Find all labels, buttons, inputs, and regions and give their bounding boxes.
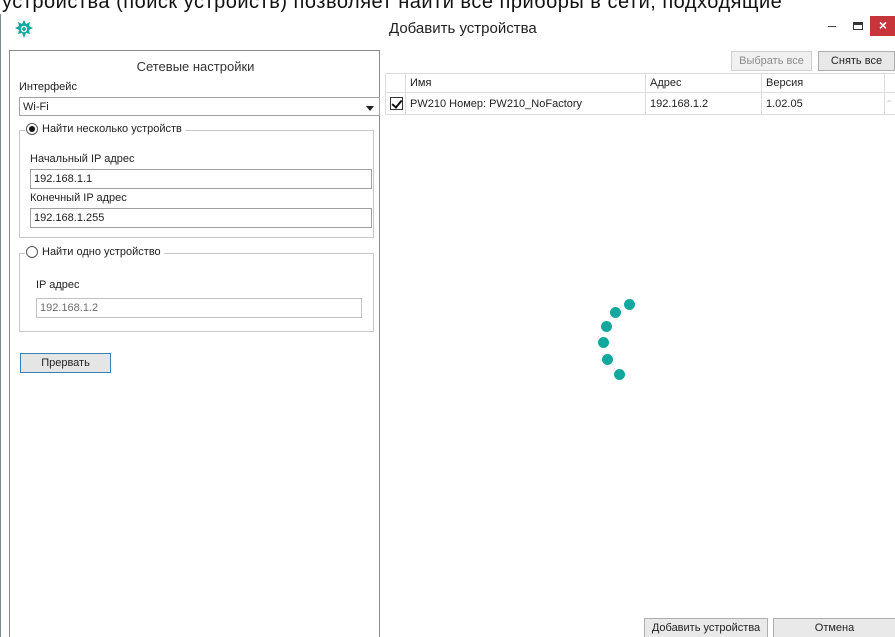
cancel-button[interactable]: Отмена [773, 618, 895, 637]
multi-search-label: Найти несколько устройств [42, 123, 182, 135]
devices-table: Имя Адрес Версия PW210 Номер: PW210_NoFa… [385, 73, 895, 115]
start-ip-label: Начальный IP адрес [30, 153, 135, 165]
start-ip-input[interactable]: 192.168.1.1 [30, 169, 372, 189]
spinner-dot [601, 321, 612, 332]
multi-search-radio[interactable]: Найти несколько устройств [25, 123, 185, 135]
column-name-header[interactable]: Имя [410, 77, 431, 89]
table-header: Имя Адрес Версия [386, 74, 895, 93]
device-version-cell: 1.02.05 [766, 98, 803, 110]
spinner-dot [610, 307, 621, 318]
title-bar: Добавить устройства – × [1, 14, 895, 45]
ip-label: IP адрес [36, 279, 80, 291]
loading-spinner-icon [591, 299, 651, 404]
dropdown-arrow-icon [366, 106, 374, 111]
app-logo-icon [15, 20, 33, 38]
network-settings-panel: Сетевые настройки Интерфейс Wi-Fi Найти … [9, 50, 380, 637]
minimize-button[interactable]: – [820, 17, 844, 35]
table-row[interactable]: PW210 Номер: PW210_NoFactory 192.168.1.2… [386, 94, 895, 114]
spinner-dot [624, 299, 635, 310]
single-search-radio[interactable]: Найти одно устройство [25, 246, 164, 258]
stop-button[interactable]: Прервать [20, 353, 111, 373]
interface-label: Интерфейс [19, 81, 77, 93]
end-ip-label: Конечный IP адрес [30, 192, 127, 204]
spinner-dot [598, 337, 609, 348]
ip-input[interactable]: 192.168.1.2 [36, 298, 362, 318]
column-address-header[interactable]: Адрес [650, 77, 682, 89]
radio-selected-icon [26, 123, 38, 135]
add-devices-button[interactable]: Добавить устройства [644, 618, 768, 637]
panel-heading: Сетевые настройки [136, 59, 255, 74]
end-ip-value: 192.168.1.255 [34, 212, 105, 224]
scroll-up-arrow-icon[interactable]: ⌃ [884, 95, 894, 113]
close-button[interactable]: × [870, 16, 895, 36]
single-search-label: Найти одно устройство [42, 246, 161, 258]
device-address-cell: 192.168.1.2 [650, 98, 709, 110]
maximize-button[interactable] [846, 17, 870, 35]
device-name-cell: PW210 Номер: PW210_NoFactory [410, 98, 583, 110]
interface-select[interactable]: Wi-Fi [19, 97, 380, 116]
interface-value: Wi-Fi [23, 101, 49, 113]
spinner-dot [602, 354, 613, 365]
select-all-button[interactable]: Выбрать все [731, 51, 812, 71]
window-title: Добавить устройства [389, 20, 537, 37]
multi-search-group: Найти несколько устройств Начальный IP а… [19, 123, 374, 238]
checkbox-checked-icon[interactable] [390, 97, 403, 110]
ip-value: 192.168.1.2 [40, 302, 99, 314]
single-search-group: Найти одно устройство IP адрес 192.168.1… [19, 246, 374, 332]
column-version-header[interactable]: Версия [766, 77, 803, 89]
spinner-dot [614, 369, 625, 380]
end-ip-input[interactable]: 192.168.1.255 [30, 208, 372, 228]
background-text-line: устройства (поиск устройств) позволяет н… [2, 0, 783, 13]
deselect-all-button[interactable]: Снять все [818, 51, 895, 71]
add-devices-dialog: Добавить устройства – × Сетевые настройк… [0, 14, 895, 637]
start-ip-value: 192.168.1.1 [34, 173, 93, 185]
maximize-icon [853, 22, 863, 30]
radio-unselected-icon [26, 246, 38, 258]
